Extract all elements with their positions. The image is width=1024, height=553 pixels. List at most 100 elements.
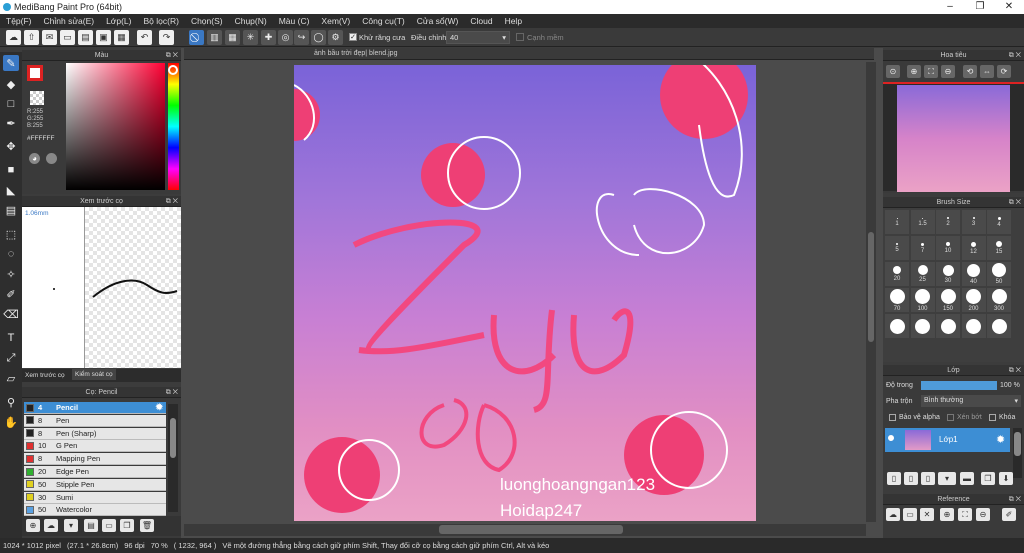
document-icon[interactable]: ▤ — [78, 30, 93, 45]
brush-size-cell[interactable]: 70 — [885, 288, 909, 312]
new-layer-icon[interactable]: ▯ — [887, 472, 901, 485]
brush-size-cell[interactable] — [885, 314, 909, 338]
fit-icon[interactable]: ⛶ — [924, 65, 938, 78]
brush-size-cell[interactable]: 1 — [885, 210, 909, 234]
bucket-tool-icon[interactable]: ◣ — [3, 182, 19, 198]
layer-duplicate-icon[interactable]: ❐ — [981, 472, 995, 485]
circle-snap-icon[interactable]: ◎ — [278, 30, 293, 45]
brush-size-cell[interactable]: 300 — [987, 288, 1011, 312]
curve-snap-icon[interactable]: ↪ — [294, 30, 309, 45]
brush-item[interactable]: 4 Pencil ✹ — [24, 402, 166, 414]
layer-menu-icon[interactable]: ▾ — [938, 472, 956, 485]
document-tab[interactable]: ảnh bầu trời đẹp| blend.jpg — [314, 50, 397, 57]
flip-icon[interactable]: ⇔ — [980, 65, 994, 78]
select-pen-icon[interactable]: ✐ — [3, 286, 19, 302]
text-tool-icon[interactable]: T — [3, 330, 19, 346]
primary-color-swatch[interactable] — [27, 65, 43, 81]
rotate-left-icon[interactable]: ⟲ — [963, 65, 977, 78]
menu-filter[interactable]: Bộ lọc(R) — [138, 16, 185, 26]
close-icon[interactable]: ⧉ ✕ — [1009, 365, 1021, 376]
brush-size-cell[interactable]: 15 — [987, 236, 1011, 260]
saturation-value-picker[interactable] — [66, 63, 165, 190]
layer-folder-icon[interactable]: ▬ — [960, 472, 974, 485]
brush-size-cell[interactable] — [936, 314, 960, 338]
comment-icon[interactable]: ▭ — [60, 30, 75, 45]
menu-file[interactable]: Tệp(F) — [0, 16, 38, 26]
brush-size-cell[interactable]: 25 — [910, 262, 935, 286]
brush-size-cell[interactable]: 20 — [885, 262, 909, 286]
hand-tool-icon[interactable]: ✋ — [3, 414, 19, 430]
brush-item[interactable]: 10 G Pen — [24, 440, 166, 453]
brush-item[interactable]: 8 Mapping Pen — [24, 453, 166, 466]
shape-tool-icon[interactable]: ■ — [3, 162, 19, 178]
gear-icon[interactable]: ✹ — [996, 433, 1005, 446]
vertical-scrollbar[interactable] — [866, 62, 876, 522]
snap-off-icon[interactable]: ⃠ — [189, 30, 204, 45]
visibility-icon[interactable] — [888, 435, 894, 441]
blend-mode-select[interactable]: Bình thường ▾ — [921, 395, 1021, 407]
brush-tool-icon[interactable]: ✎ — [3, 55, 19, 71]
brush-item[interactable]: 30 Sumi — [24, 491, 166, 504]
brush-size-cell[interactable] — [961, 314, 986, 338]
ellipse-snap-icon[interactable]: ◯ — [311, 30, 326, 45]
brush-menu-icon[interactable]: ▾ — [64, 519, 78, 532]
close-icon[interactable]: ⧉ ✕ — [1009, 50, 1021, 61]
hue-handle[interactable] — [168, 65, 178, 75]
cross-snap-icon[interactable]: ✚ — [261, 30, 276, 45]
artwork-canvas[interactable]: luonghoangngan123 Hoidap247 — [294, 65, 756, 521]
brush-list-scrollbar[interactable] — [168, 404, 178, 512]
menu-layer[interactable]: Lớp(L) — [100, 16, 137, 26]
ref-close-icon[interactable]: ✕ — [920, 508, 934, 521]
new-layer-1bit-icon[interactable]: ▯ — [921, 472, 935, 485]
menu-cloud[interactable]: Cloud — [464, 16, 498, 26]
select-tool-icon[interactable]: ⬚ — [3, 226, 19, 242]
cloud-brush-icon[interactable]: ☁ — [44, 519, 58, 532]
brush-item[interactable]: 20 Edge Pen — [24, 466, 166, 478]
horizontal-scrollbar[interactable] — [184, 524, 866, 536]
brush-size-cell[interactable]: 12 — [961, 236, 986, 260]
pen-tool-icon[interactable]: ✒ — [3, 115, 19, 131]
clip-checkbox[interactable] — [947, 414, 954, 421]
snap-settings-icon[interactable]: ⚙ — [328, 30, 343, 45]
layer-merge-icon[interactable]: ⬇ — [999, 472, 1013, 485]
brush-size-cell[interactable]: 5 — [885, 236, 909, 260]
brush-size-cell[interactable]: 40 — [961, 262, 986, 286]
brush-size-cell[interactable]: 2 — [936, 210, 960, 234]
parallel-snap-icon[interactable]: ▥ — [207, 30, 222, 45]
opacity-slider[interactable] — [921, 381, 997, 390]
brush-size-cell[interactable]: 200 — [961, 288, 986, 312]
undo-icon[interactable]: ↶ — [137, 30, 152, 45]
gradient-tool-icon[interactable]: ▤ — [3, 202, 19, 218]
brush-size-cell[interactable]: 1.5 — [910, 210, 935, 234]
operation-tool-icon[interactable]: ⤢ — [3, 350, 19, 366]
hue-slider[interactable] — [168, 63, 179, 190]
menu-view[interactable]: Xem(V) — [315, 16, 356, 26]
save-icon[interactable]: ▣ — [96, 30, 111, 45]
color-wheel-icon[interactable] — [46, 153, 57, 164]
close-icon[interactable]: ⧉ ✕ — [1009, 494, 1021, 505]
ref-open-icon[interactable]: ▭ — [903, 508, 917, 521]
protect-alpha-checkbox[interactable] — [889, 414, 896, 421]
grid-icon[interactable]: ▦ — [114, 30, 129, 45]
brush-size-cell[interactable]: 50 — [987, 262, 1011, 286]
brush-size-cell[interactable]: 30 — [936, 262, 960, 286]
ref-zoom-out-icon[interactable]: ⊖ — [976, 508, 990, 521]
menu-window[interactable]: Cửa sổ(W) — [411, 16, 465, 26]
brush-doc-icon[interactable]: ▤ — [84, 519, 98, 532]
chat-icon[interactable]: ✉ — [42, 30, 57, 45]
divide-tool-icon[interactable]: ▱ — [3, 370, 19, 386]
folder-icon[interactable]: ▭ — [102, 519, 116, 532]
brush-size-cell[interactable]: 4 — [987, 210, 1011, 234]
close-icon[interactable]: ⧉ ✕ — [166, 196, 178, 207]
new-layer-8bit-icon[interactable]: ▯ — [904, 472, 918, 485]
layer-scrollbar[interactable] — [1013, 428, 1022, 478]
antialias-checkbox[interactable]: ✓ — [349, 33, 357, 41]
palette-icon[interactable]: ◕ — [29, 153, 40, 164]
close-icon[interactable]: ⧉ ✕ — [1009, 197, 1021, 208]
close-icon[interactable]: ⧉ ✕ — [166, 50, 178, 61]
dot-tool-icon[interactable]: □ — [3, 96, 19, 112]
brush-item[interactable]: 8 Pen — [24, 414, 166, 427]
trash-icon[interactable]: 🗑 — [140, 519, 154, 532]
brush-size-cell[interactable] — [910, 314, 935, 338]
ref-cloud-icon[interactable]: ☁ — [886, 508, 900, 521]
